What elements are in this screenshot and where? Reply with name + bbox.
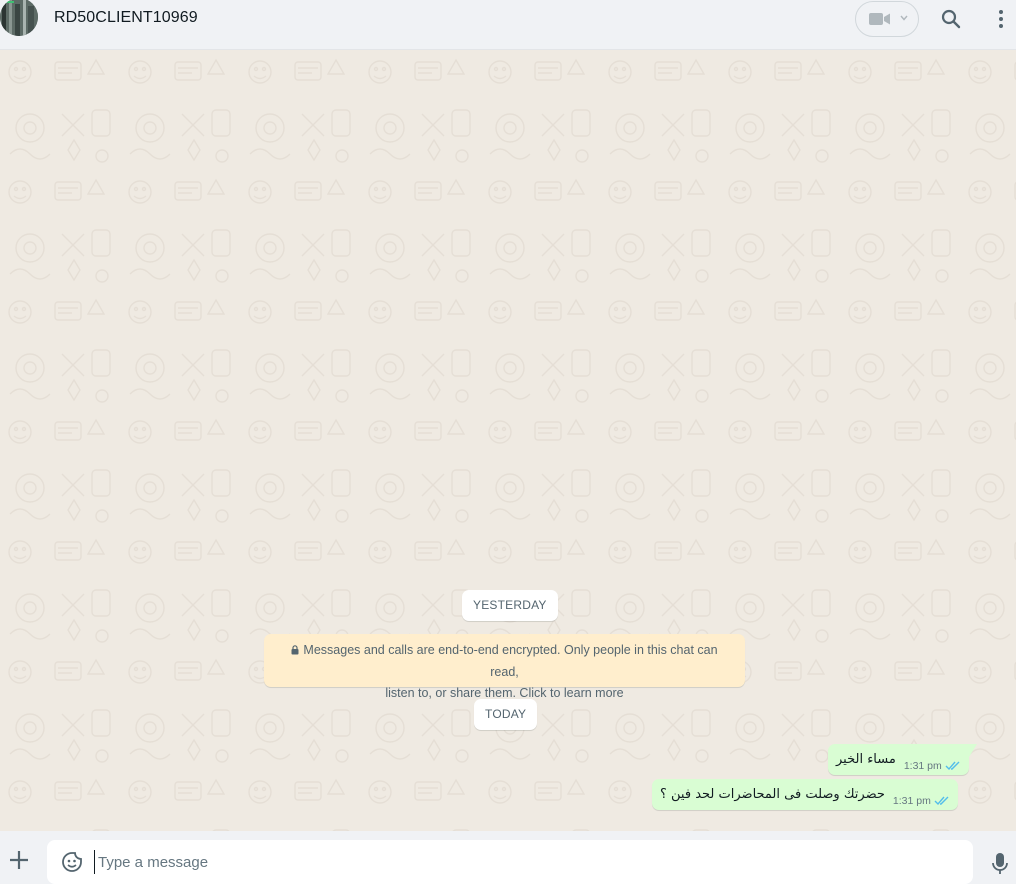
- plus-icon: [10, 851, 28, 869]
- date-chip-today: TODAY: [474, 699, 538, 730]
- attach-button[interactable]: [6, 847, 32, 873]
- search-icon: [941, 9, 961, 29]
- message-text: حضرتك وصلت فى المحاضرات لحد فين ؟: [660, 787, 885, 802]
- message-input[interactable]: [94, 850, 954, 874]
- voice-message-button[interactable]: [990, 851, 1010, 877]
- message-composer: [47, 840, 973, 884]
- avatar[interactable]: [0, 0, 38, 36]
- encryption-notice-line2: listen to, or share them. Click to learn…: [385, 686, 624, 700]
- sticker-smiley-icon: [62, 852, 82, 872]
- double-check-read-icon: [945, 761, 960, 771]
- date-chip-yesterday: YESTERDAY: [462, 590, 558, 621]
- emoji-button[interactable]: [61, 851, 83, 873]
- encryption-notice-line1: Messages and calls are end-to-end encryp…: [303, 643, 718, 679]
- contact-avatar-image: [0, 0, 38, 36]
- search-button[interactable]: [936, 4, 966, 34]
- message-time: 1:31 pm: [903, 759, 942, 772]
- lock-icon: [291, 641, 299, 662]
- chat-area[interactable]: YESTERDAY Messages and calls are end-to-…: [0, 50, 1016, 831]
- microphone-icon: [992, 853, 1008, 874]
- encryption-notice[interactable]: Messages and calls are end-to-end encryp…: [264, 634, 745, 700]
- message-time: 1:31 pm: [892, 794, 931, 807]
- message-meta: 1:31 pm: [904, 760, 961, 772]
- chevron-down-icon[interactable]: [900, 15, 908, 21]
- message-meta: 1:31 pm: [893, 795, 950, 807]
- contact-name[interactable]: RD50CLIENT10969: [54, 9, 198, 27]
- video-call-button[interactable]: [855, 1, 919, 37]
- message-text: مساء الخير: [836, 752, 896, 767]
- video-camera-icon: [869, 13, 890, 25]
- composer-bar: [0, 831, 1016, 884]
- vertical-dots-icon: [999, 10, 1003, 28]
- whatsapp-chat-window: RD50CLIENT10969 YESTERDAY Messages and c…: [0, 0, 1016, 884]
- double-check-read-icon: [934, 796, 949, 806]
- chat-header: RD50CLIENT10969: [0, 0, 1016, 50]
- menu-button[interactable]: [986, 4, 1016, 34]
- outgoing-message[interactable]: مساء الخير 1:31 pm: [828, 744, 977, 775]
- bubble-tail: [968, 744, 977, 757]
- outgoing-message[interactable]: حضرتك وصلت فى المحاضرات لحد فين ؟ 1:31 p…: [652, 779, 958, 810]
